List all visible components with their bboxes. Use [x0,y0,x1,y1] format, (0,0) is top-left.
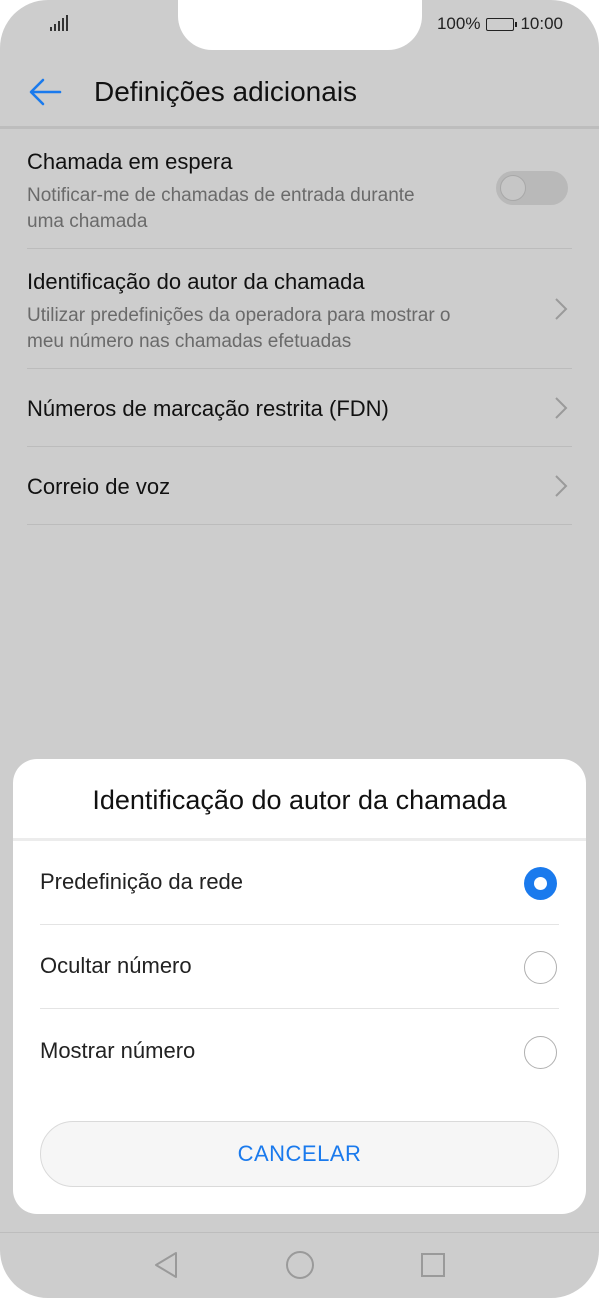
back-button[interactable] [22,70,68,114]
chevron-right-icon [555,397,568,419]
option-label: Ocultar número [40,953,192,978]
subtitle-line: meu número nas chamadas efetuadas [27,331,352,352]
status-bar: 100% 10:00 [0,0,599,52]
chevron-right-icon [555,475,568,497]
radio-unselected[interactable] [524,1036,557,1069]
subtitle-line: Utilizar predefinições da operadora para… [27,305,451,326]
settings-list: Chamada em espera Notificar-me de chamad… [27,129,572,525]
caller-id-dialog: Identificação do autor da chamada Predef… [13,759,586,1214]
clock: 10:00 [520,14,563,33]
signal-icon [50,15,70,31]
back-arrow-icon [29,78,62,106]
cancel-button[interactable]: CANCELAR [40,1121,559,1187]
radio-selected[interactable] [524,867,557,900]
recents-square-icon[interactable] [419,1251,447,1279]
call-waiting-toggle[interactable] [496,171,568,205]
nav-divider [0,1232,599,1233]
option-hide-number[interactable]: Ocultar número [40,925,559,1009]
setting-subtitle: Notificar-me de chamadas de entrada dura… [27,183,497,235]
toggle-knob [500,175,526,201]
option-show-number[interactable]: Mostrar número [40,1010,559,1094]
battery-icon [486,17,518,31]
setting-title: Identificação do autor da chamada [27,269,365,294]
subtitle-line: Notificar-me de chamadas de entrada dura… [27,185,415,206]
setting-title: Chamada em espera [27,149,233,174]
setting-fdn[interactable]: Números de marcação restrita (FDN) [27,369,572,447]
dialog-title: Identificação do autor da chamada [92,785,507,815]
page-title: Definições adicionais [94,76,358,107]
option-network-default[interactable]: Predefinição da rede [40,841,559,925]
setting-call-waiting[interactable]: Chamada em espera Notificar-me de chamad… [27,129,572,249]
option-label: Predefinição da rede [40,869,244,894]
setting-subtitle: Utilizar predefinições da operadora para… [27,303,527,355]
battery-percent: 100% [436,14,481,33]
notch [178,0,422,50]
subtitle-line: uma chamada [27,211,148,232]
setting-title: Correio de voz [27,474,171,499]
home-circle-icon[interactable] [284,1249,316,1281]
setting-title: Números de marcação restrita (FDN) [27,396,389,421]
setting-caller-id[interactable]: Identificação do autor da chamada Utiliz… [27,249,572,369]
radio-unselected[interactable] [524,951,557,984]
status-right: 100% 10:00 [437,14,563,34]
navigation-bar [0,1232,599,1298]
phone-screen: 100% 10:00 Definições adicionais Chamada… [0,0,599,1298]
option-label: Mostrar número [40,1038,196,1063]
back-triangle-icon[interactable] [152,1250,180,1280]
setting-voicemail[interactable]: Correio de voz [27,447,572,525]
chevron-right-icon [555,298,568,320]
app-header: Definições adicionais [0,56,599,128]
